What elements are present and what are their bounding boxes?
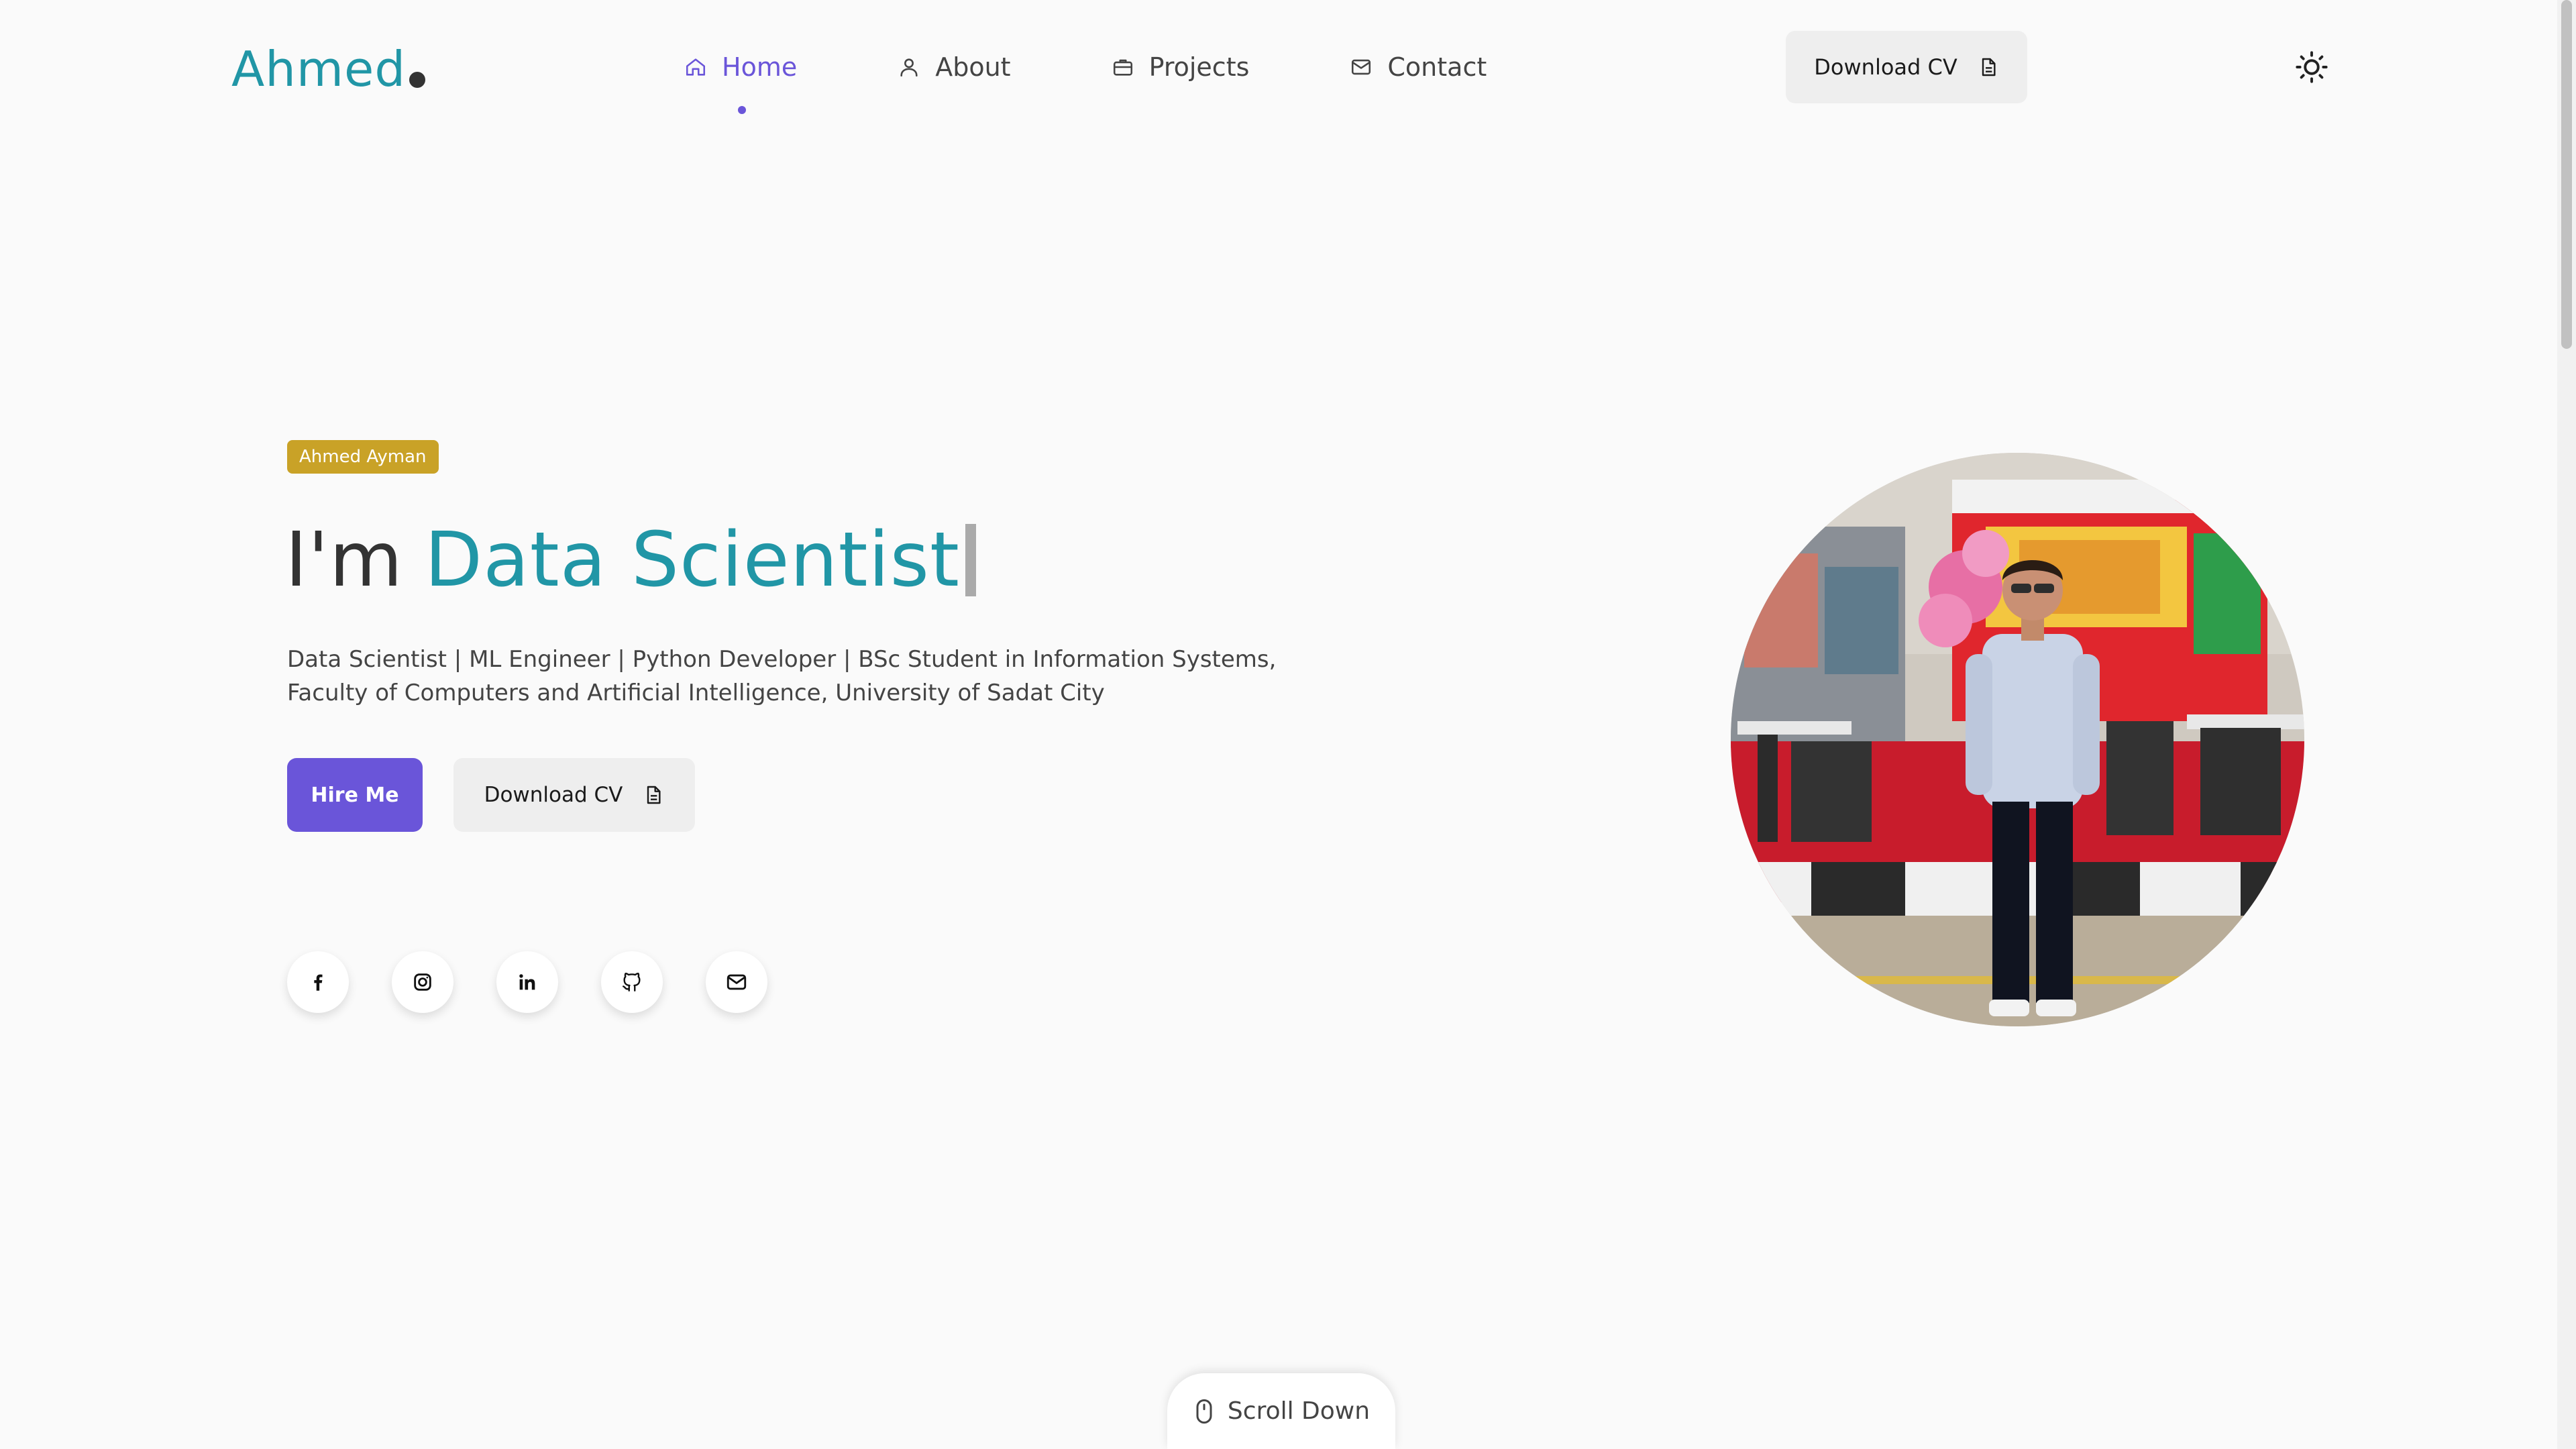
briefcase-icon: [1113, 59, 1132, 76]
mouse-icon: [1196, 1399, 1212, 1424]
scroll-down-button[interactable]: Scroll Down: [1167, 1373, 1395, 1449]
nav-label-home: Home: [722, 52, 798, 82]
social-facebook-button[interactable]: [287, 951, 349, 1013]
header-download-cv-label: Download CV: [1814, 54, 1957, 80]
headline-role: Data Scientist: [424, 517, 960, 604]
mail-icon: [1352, 59, 1371, 75]
social-instagram-button[interactable]: [392, 951, 453, 1013]
scroll-down-label: Scroll Down: [1227, 1397, 1371, 1425]
page-scrollbar[interactable]: [2557, 0, 2576, 1449]
nav-active-indicator: [738, 106, 746, 114]
nav-item-projects[interactable]: Projects: [1112, 52, 1250, 82]
nav-item-home[interactable]: Home: [684, 52, 798, 114]
document-icon: [647, 786, 661, 804]
user-icon: [900, 58, 918, 77]
description-line-2: Faculty of Computers and Artificial Inte…: [287, 680, 1105, 706]
header-download-cv-button[interactable]: Download CV: [1786, 31, 2027, 103]
social-linkedin-button[interactable]: [496, 951, 558, 1013]
linkedin-icon: [519, 974, 535, 990]
instagram-icon: [414, 973, 431, 991]
hero-download-cv-label: Download CV: [484, 783, 623, 807]
description-line-1: Data Scientist | ML Engineer | Python De…: [287, 646, 1277, 673]
portfolio-page: Ahmed Home About Projects Contact Downlo…: [0, 0, 2576, 1449]
nav-label-about: About: [935, 52, 1011, 82]
hero-download-cv-button[interactable]: Download CV: [453, 758, 695, 832]
home-icon: [686, 58, 706, 76]
main-nav: Home About Projects Contact: [684, 40, 1487, 114]
sun-icon: [2296, 51, 2328, 83]
profile-photo: [1731, 453, 2304, 1026]
hero-headline: I'm Data Scientist: [285, 503, 976, 617]
hire-me-button[interactable]: Hire Me: [287, 758, 423, 832]
profile-photo-illustration: [1731, 453, 2304, 1026]
social-github-button[interactable]: [601, 951, 663, 1013]
social-email-button[interactable]: [706, 951, 767, 1013]
github-icon: [623, 973, 641, 991]
hero-description: Data Scientist | ML Engineer | Python De…: [287, 643, 1293, 710]
nav-item-about[interactable]: About: [898, 52, 1011, 82]
logo-dot: [409, 72, 425, 88]
facebook-icon: [314, 974, 323, 991]
theme-toggle-button[interactable]: [2293, 48, 2330, 86]
social-links: [287, 951, 767, 1013]
logo[interactable]: Ahmed: [231, 32, 406, 106]
nav-label-projects: Projects: [1148, 52, 1250, 82]
name-badge: Ahmed Ayman: [287, 440, 439, 474]
headline-prefix: I'm: [285, 517, 403, 604]
nav-item-contact[interactable]: Contact: [1350, 52, 1487, 82]
mail-icon: [727, 974, 747, 990]
scrollbar-thumb[interactable]: [2561, 0, 2572, 349]
document-icon: [1982, 58, 1996, 76]
typing-cursor: [965, 524, 976, 596]
nav-label-contact: Contact: [1387, 52, 1487, 82]
